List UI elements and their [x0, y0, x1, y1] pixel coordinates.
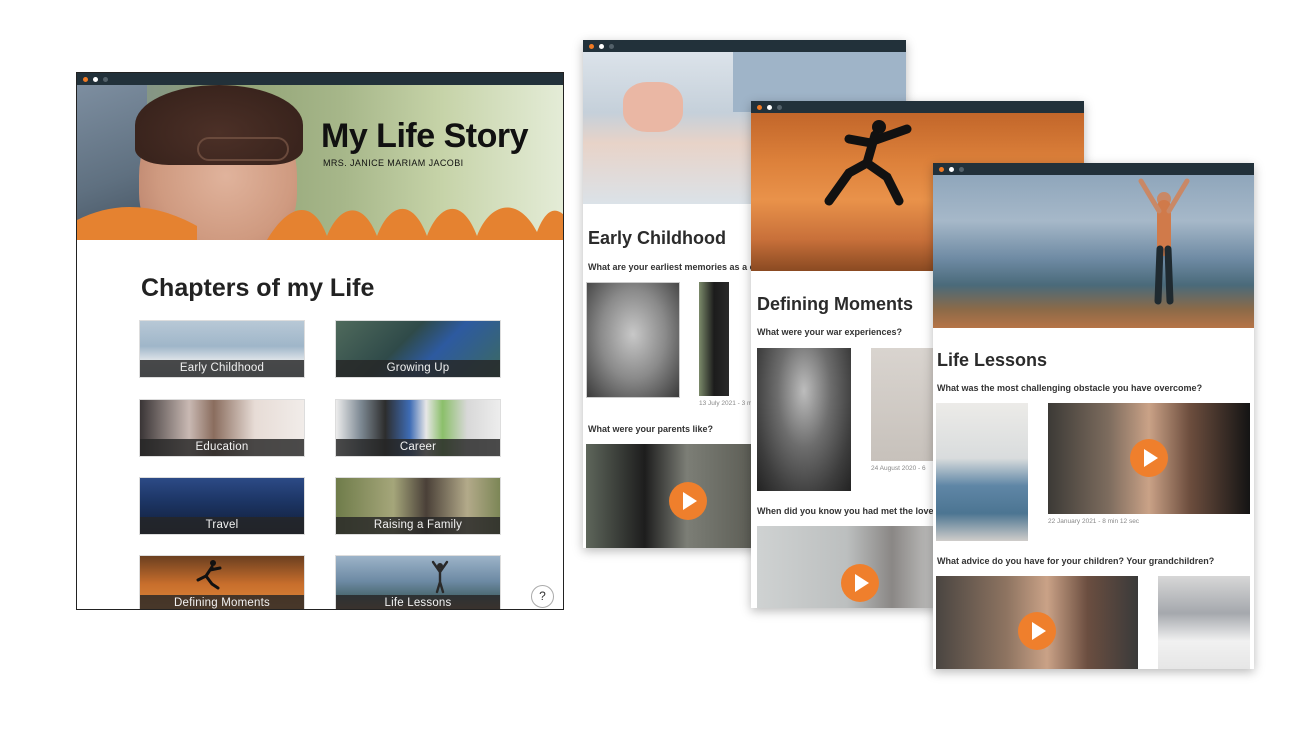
video-thumbnail[interactable] — [936, 576, 1138, 669]
chapters-heading: Chapters of my Life — [141, 274, 375, 302]
question-text: What advice do you have for your childre… — [937, 556, 1215, 566]
video-thumbnail[interactable] — [757, 526, 937, 608]
chapter-tile-early-childhood[interactable]: Early Childhood — [139, 320, 305, 378]
chapter-label: Education — [140, 439, 304, 456]
page-title: My Life Story — [321, 117, 528, 155]
chapter-title: Defining Moments — [757, 294, 913, 314]
question-text: What were your parents like? — [588, 424, 714, 434]
video-meta: 24 August 2020 - 6 — [871, 465, 926, 472]
question-text: What was the most challenging obstacle y… — [937, 383, 1203, 393]
title-bar — [583, 40, 906, 52]
maximize-dot-icon[interactable] — [609, 43, 614, 49]
doctor-photo[interactable] — [936, 403, 1028, 541]
chapter-tile-defining-moments[interactable]: Defining Moments — [139, 555, 305, 609]
play-icon[interactable] — [1130, 439, 1168, 477]
chapter-label: Career — [336, 439, 500, 456]
video-thumbnail[interactable] — [871, 348, 941, 461]
chapter-title: Early Childhood — [588, 228, 727, 248]
close-dot-icon[interactable] — [939, 166, 944, 172]
title-bar — [77, 73, 563, 85]
minimize-dot-icon[interactable] — [767, 104, 772, 110]
person-arms-raised-icon — [1138, 178, 1190, 305]
maximize-dot-icon[interactable] — [777, 104, 782, 110]
chapter-label: Travel — [140, 517, 304, 534]
person-arms-raised-icon — [431, 560, 449, 594]
chapter-label: Defining Moments — [140, 595, 304, 609]
glasses-shape — [197, 137, 289, 161]
video-meta: 13 July 2021 - 3 m — [699, 400, 753, 407]
question-text: What are your earliest memories as a ch — [588, 262, 761, 272]
help-button[interactable]: ? — [531, 585, 554, 608]
maximize-dot-icon[interactable] — [959, 166, 964, 172]
close-dot-icon[interactable] — [589, 43, 594, 49]
baby-portrait-photo[interactable] — [586, 282, 680, 398]
title-bar — [751, 101, 1084, 113]
main-window: My Life Story MRS. JANICE MARIAM JACOBI … — [76, 72, 564, 610]
video-meta: 22 January 2021 - 8 min 12 sec — [1048, 518, 1140, 525]
soldier-photo[interactable] — [757, 348, 851, 491]
close-dot-icon[interactable] — [83, 76, 88, 82]
life-lessons-window: Life Lessons What was the most challengi… — [933, 163, 1254, 669]
family-photo[interactable] — [1158, 576, 1250, 669]
orange-swoosh-decoration — [77, 207, 563, 240]
chapter-tile-travel[interactable]: Travel — [139, 477, 305, 535]
maximize-dot-icon[interactable] — [103, 76, 108, 82]
chapter-tile-growing-up[interactable]: Growing Up — [335, 320, 501, 378]
chapter-label: Early Childhood — [140, 360, 304, 377]
runner-silhouette-icon — [196, 560, 222, 590]
title-bar — [933, 163, 1254, 175]
video-thumbnail[interactable] — [586, 444, 754, 548]
play-icon[interactable] — [669, 482, 707, 520]
play-icon[interactable] — [841, 564, 879, 602]
person-name: MRS. JANICE MARIAM JACOBI — [323, 158, 464, 168]
minimize-dot-icon[interactable] — [599, 43, 604, 49]
chapter-tile-life-lessons[interactable]: Life Lessons — [335, 555, 501, 609]
mountain-summit-photo — [933, 175, 1254, 328]
video-thumbnail[interactable] — [1048, 403, 1250, 514]
question-text: When did you know you had met the love — [757, 506, 934, 516]
play-icon[interactable] — [1018, 612, 1056, 650]
question-text: What were your war experiences? — [757, 327, 903, 337]
chapter-label: Raising a Family — [336, 517, 500, 534]
video-thumbnail[interactable] — [699, 282, 729, 396]
chapter-title: Life Lessons — [937, 350, 1048, 370]
chapter-tile-education[interactable]: Education — [139, 399, 305, 457]
chapter-tile-raising-a-family[interactable]: Raising a Family — [335, 477, 501, 535]
close-dot-icon[interactable] — [757, 104, 762, 110]
chapter-label: Growing Up — [336, 360, 500, 377]
chapter-tile-career[interactable]: Career — [335, 399, 501, 457]
minimize-dot-icon[interactable] — [93, 76, 98, 82]
hero-banner: My Life Story MRS. JANICE MARIAM JACOBI — [77, 85, 563, 240]
minimize-dot-icon[interactable] — [949, 166, 954, 172]
chapter-label: Life Lessons — [336, 595, 500, 609]
runner-silhouette-icon — [824, 120, 912, 206]
